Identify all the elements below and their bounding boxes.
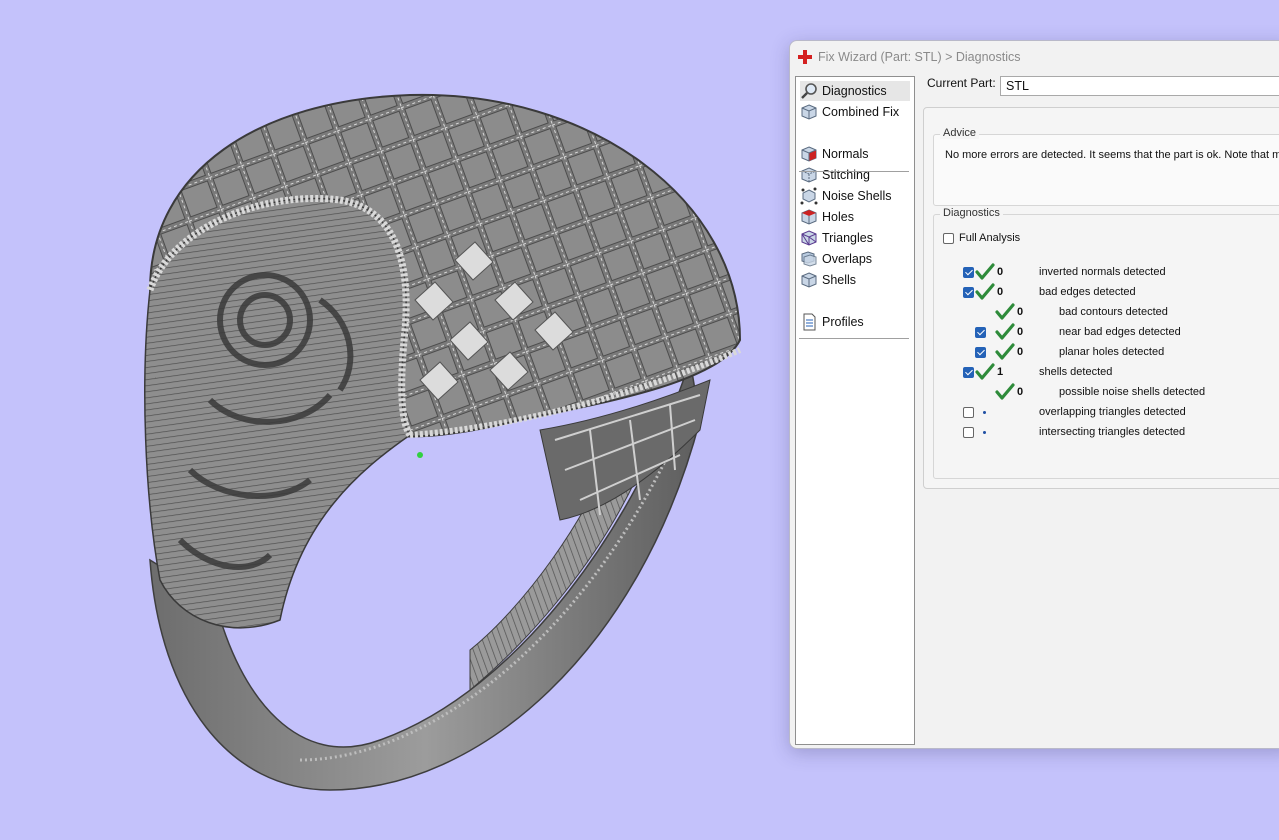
magnifier-icon bbox=[801, 83, 817, 99]
ok-checkmark-icon bbox=[975, 363, 995, 380]
diagnostic-count: 0 bbox=[1017, 326, 1024, 338]
diagnostics-group: Diagnostics Full Analysis 0 inverted norm… bbox=[933, 207, 1279, 479]
full-analysis-label: Full Analysis bbox=[959, 232, 1021, 244]
diagnostic-row: overlapping triangles detected bbox=[934, 403, 1279, 421]
diagnostic-label: possible noise shells detected bbox=[1059, 386, 1206, 398]
advice-text: No more errors are detected. It seems th… bbox=[945, 149, 1279, 161]
diagnostic-label: intersecting triangles detected bbox=[1039, 426, 1186, 438]
nav-item-triangles[interactable]: Triangles bbox=[800, 228, 877, 248]
full-analysis-option[interactable]: Full Analysis bbox=[943, 229, 1020, 247]
nav-item-label: Overlaps bbox=[822, 252, 873, 266]
not-run-dot-icon bbox=[983, 411, 986, 414]
normals-cube-icon bbox=[801, 146, 817, 162]
ok-checkmark-icon bbox=[995, 383, 1015, 400]
overlaps-cube-icon bbox=[801, 251, 817, 267]
diagnostic-checkbox[interactable] bbox=[963, 286, 974, 298]
nav-item-label: Combined Fix bbox=[822, 105, 900, 119]
full-analysis-checkbox[interactable] bbox=[943, 232, 954, 244]
triangles-cube-icon bbox=[801, 230, 817, 246]
nav-separator bbox=[799, 338, 909, 339]
nav-item-noise-shells[interactable]: Noise Shells bbox=[800, 186, 895, 206]
diagnostic-label: overlapping triangles detected bbox=[1039, 406, 1186, 418]
not-run-dot-icon bbox=[983, 431, 986, 434]
diagnostic-count: 0 bbox=[997, 286, 1004, 298]
ring-model bbox=[144, 93, 742, 791]
ok-checkmark-icon bbox=[975, 263, 995, 280]
nav-item-profiles[interactable]: Profiles bbox=[800, 312, 868, 332]
title-bar[interactable]: Fix Wizard (Part: STL) > Diagnostics bbox=[790, 41, 1279, 73]
window-title: Fix Wizard (Part: STL) > Diagnostics bbox=[818, 50, 1021, 64]
current-part-label: Current Part: bbox=[927, 76, 996, 90]
nav-item-label: Normals bbox=[822, 147, 869, 161]
current-part-field[interactable]: STL bbox=[1000, 76, 1279, 96]
diagnostic-checkbox[interactable] bbox=[975, 346, 986, 358]
diagnostic-row: 1 shells detected bbox=[934, 363, 1279, 381]
diagnostic-label: shells detected bbox=[1039, 366, 1113, 378]
ok-checkmark-icon bbox=[975, 283, 995, 300]
diagnostic-row: 0 bad edges detected bbox=[934, 283, 1279, 301]
nav-item-overlaps[interactable]: Overlaps bbox=[800, 249, 876, 269]
diagnostic-row: 0 near bad edges detected bbox=[934, 323, 1279, 341]
nav-item-label: Holes bbox=[822, 210, 854, 224]
cube-icon bbox=[801, 104, 817, 120]
ok-checkmark-icon bbox=[995, 303, 1015, 320]
diagnostic-label: bad edges detected bbox=[1039, 286, 1136, 298]
diagnostic-row: 0 inverted normals detected bbox=[934, 263, 1279, 281]
advice-group-label: Advice bbox=[940, 127, 980, 139]
nav-item-label: Diagnostics bbox=[822, 84, 887, 98]
document-icon bbox=[803, 313, 816, 331]
diagnostic-count: 0 bbox=[997, 266, 1004, 278]
nav-item-label: Noise Shells bbox=[822, 189, 892, 203]
holes-cube-icon bbox=[801, 209, 817, 225]
ok-checkmark-icon bbox=[995, 343, 1015, 360]
advice-group: Advice No more errors are detected. It s… bbox=[933, 127, 1279, 206]
diagnostic-label: planar holes detected bbox=[1059, 346, 1165, 358]
diagnostic-row: 0 bad contours detected bbox=[934, 303, 1279, 321]
red-cross-app-icon bbox=[798, 50, 812, 64]
noise-shells-icon bbox=[800, 187, 818, 205]
diagnostic-row: 0 planar holes detected bbox=[934, 343, 1279, 361]
nav-item-shells[interactable]: Shells bbox=[800, 270, 860, 290]
diagnostic-checkbox[interactable] bbox=[963, 426, 974, 438]
diagnostic-checkbox[interactable] bbox=[963, 406, 974, 418]
diagnostics-group-label: Diagnostics bbox=[940, 207, 1003, 219]
diagnostic-checkbox[interactable] bbox=[975, 326, 986, 338]
diagnostic-checkbox[interactable] bbox=[963, 266, 974, 278]
diagnostic-row: intersecting triangles detected bbox=[934, 423, 1279, 441]
diagnostic-checkbox[interactable] bbox=[963, 366, 974, 378]
nav-item-stitching[interactable]: Stitching bbox=[800, 165, 874, 185]
diagnostic-label: bad contours detected bbox=[1059, 306, 1168, 318]
diagnostic-label: inverted normals detected bbox=[1039, 266, 1166, 278]
nav-item-combined-fix[interactable]: Combined Fix bbox=[800, 102, 903, 122]
nav-separator bbox=[799, 171, 909, 172]
stitching-cube-icon bbox=[801, 167, 817, 183]
diagnostic-count: 1 bbox=[997, 366, 1004, 378]
nav-item-label: Profiles bbox=[822, 315, 864, 329]
nav-item-normals[interactable]: Normals bbox=[800, 144, 873, 164]
nav-item-diagnostics[interactable]: Diagnostics bbox=[800, 81, 910, 101]
wizard-nav-list: Diagnostics Combined Fix Normals Stitching N… bbox=[795, 76, 915, 745]
3d-viewport[interactable] bbox=[0, 0, 780, 840]
nav-item-label: Triangles bbox=[822, 231, 873, 245]
diagnostics-panel: Advice No more errors are detected. It s… bbox=[923, 107, 1279, 489]
diagnostic-count: 0 bbox=[1017, 386, 1024, 398]
diagnostic-count: 0 bbox=[1017, 346, 1024, 358]
ok-checkmark-icon bbox=[995, 323, 1015, 340]
diagnostic-label: near bad edges detected bbox=[1059, 326, 1181, 338]
shells-cube-icon bbox=[801, 272, 817, 288]
fix-wizard-window: Fix Wizard (Part: STL) > Diagnostics Dia… bbox=[789, 40, 1279, 749]
nav-item-holes[interactable]: Holes bbox=[800, 207, 858, 227]
diagnostic-count: 0 bbox=[1017, 306, 1024, 318]
nav-item-label: Shells bbox=[822, 273, 857, 287]
diagnostic-row: 0 possible noise shells detected bbox=[934, 383, 1279, 401]
